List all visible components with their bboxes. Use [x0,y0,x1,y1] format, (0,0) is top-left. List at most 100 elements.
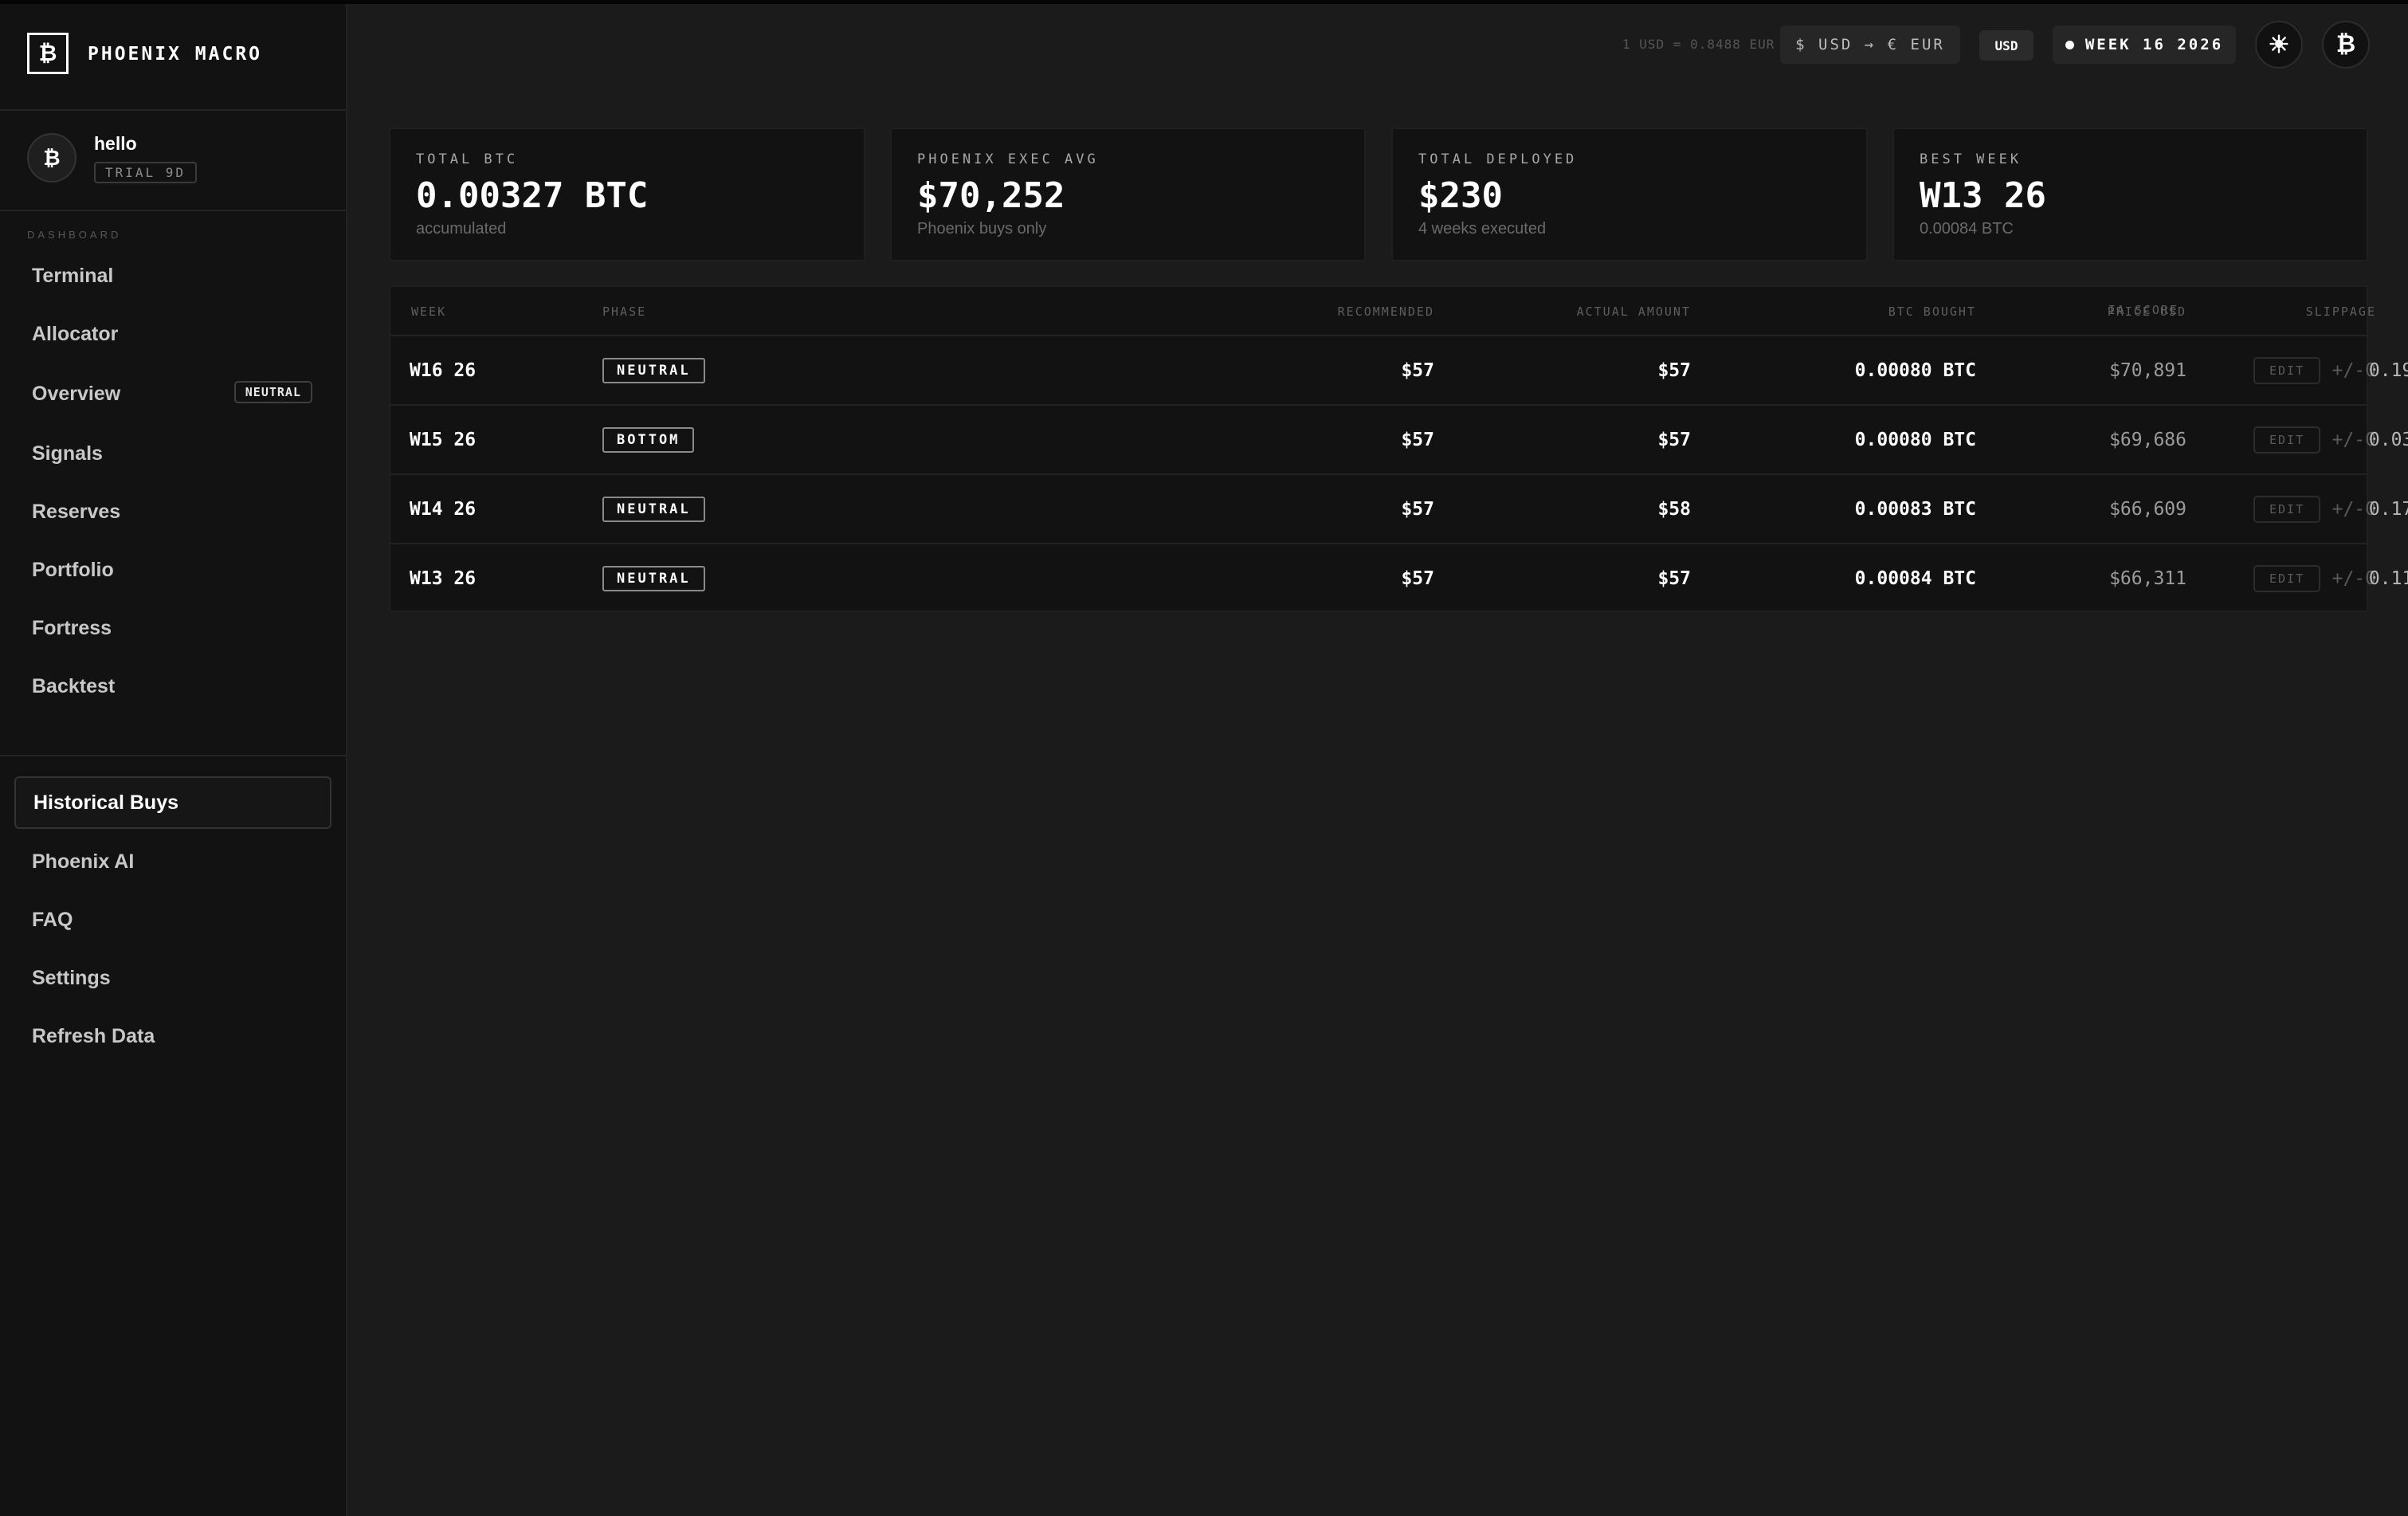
nav-section-label: DASHBOARD [27,229,122,241]
sidebar-item-terminal[interactable]: Terminal [14,249,331,302]
cell-btc-bought: 0.00080 BTC [1854,430,1976,450]
sidebar-item-label: Overview [32,382,121,405]
currency-toggle[interactable]: USD [1979,30,2033,61]
week-label: WEEK 16 2026 [2084,36,2224,53]
sidebar-item-phoenix-ai[interactable]: Phoenix AI [14,835,331,888]
table-row[interactable]: W16 26 NEUTRAL $57 $57 0.00080 BTC $70,8… [390,335,2408,405]
stat-card-total-btc: TOTAL BTC 0.00327 BTC accumulated [389,128,865,261]
sidebar-item-label: Historical Buys [33,791,179,814]
sidebar-divider [0,755,346,756]
cell-recommended: $57 [1401,430,1434,450]
cell-phase: NEUTRAL [602,544,705,613]
sidebar-item-settings[interactable]: Settings [14,952,331,1004]
cell-week: W15 26 [410,430,477,450]
cell-btc-bought: 0.00083 BTC [1854,499,1976,520]
cell-price-usd: $69,686 [2109,430,2186,450]
sidebar-item-signals[interactable]: Signals [14,427,331,480]
avatar[interactable]: ₿ [27,133,76,183]
sidebar-item-label: Allocator [32,322,119,345]
table-row[interactable]: W14 26 NEUTRAL $57 $58 0.00083 BTC $66,6… [390,473,2408,544]
stat-label: BEST WEEK [1920,151,2022,167]
username: hello [94,133,137,154]
table-row[interactable]: W13 26 NEUTRAL $57 $57 0.00084 BTC $66,3… [390,543,2408,613]
sidebar-item-label: FAQ [32,908,73,931]
cell-actual-amount: $58 [1657,499,1691,520]
brand-name[interactable]: PHOENIX MACRO [88,44,262,65]
column-header-actual-amount: ACTUAL AMOUNT [1576,304,1691,319]
theme-toggle-sun-icon[interactable]: ☀ [2255,21,2303,69]
user-panel: ₿ hello TRIAL 9D [0,111,346,211]
column-header-recommended: RECOMMENDED [1337,304,1434,319]
bitcoin-icon[interactable]: ₿ [2322,21,2370,69]
stat-sub: 4 weeks executed [1418,220,1547,238]
cell-price-usd: $66,609 [2109,499,2186,520]
edit-button[interactable]: EDIT [2253,496,2321,523]
cell-price-usd: $70,891 [2109,360,2186,381]
cell-btc-bought: 0.00084 BTC [1854,568,1976,589]
stat-sub: Phoenix buys only [917,220,1047,238]
column-header-ia-score: IA SCORE [2108,303,2179,317]
sidebar-item-faq[interactable]: FAQ [14,893,331,946]
cell-actual-amount: $57 [1657,360,1691,381]
stat-card-exec-avg: PHOENIX EXEC AVG $70,252 Phoenix buys on… [890,128,1366,261]
phase-badge: NEUTRAL [602,566,705,591]
cell-week: W16 26 [410,360,477,381]
edit-button[interactable]: EDIT [2253,357,2321,384]
stat-value: W13 26 [1920,175,2046,216]
cell-phase: NEUTRAL [602,475,705,544]
stat-label: PHOENIX EXEC AVG [917,151,1099,167]
sidebar-item-label: Phoenix AI [32,850,135,873]
sidebar-item-historical-buys[interactable]: Historical Buys [14,776,331,829]
stat-label: TOTAL DEPLOYED [1418,151,1578,167]
cell-phase: NEUTRAL [602,336,705,405]
sidebar-item-refresh-data[interactable]: Refresh Data [14,1010,331,1062]
phase-badge: BOTTOM [602,427,695,453]
column-header-btc-bought: BTC BOUGHT [1888,304,1976,319]
sidebar-item-label: Fortress [32,616,112,639]
stat-sub: 0.00084 BTC [1920,220,2014,238]
bitcoin-logo-icon[interactable]: ₿ [27,33,69,74]
sidebar-item-backtest[interactable]: Backtest [14,660,331,713]
sidebar-item-portfolio[interactable]: Portfolio [14,544,331,596]
sidebar-item-label: Portfolio [32,558,114,581]
cell-recommended: $57 [1401,360,1434,381]
stat-sub: accumulated [416,220,507,238]
phase-badge: NEUTRAL [602,497,705,522]
trial-badge: TRIAL 9D [94,162,198,183]
sidebar-item-reserves[interactable]: Reserves [14,485,331,538]
cell-phase: BOTTOM [602,406,695,474]
sidebar: ₿ PHOENIX MACRO ₿ hello TRIAL 9D DASHBOA… [0,4,347,1516]
table-row[interactable]: W15 26 BOTTOM $57 $57 0.00080 BTC $69,68… [390,404,2408,474]
status-badge: NEUTRAL [233,381,312,403]
column-header-week: WEEK [411,304,447,319]
cell-recommended: $57 [1401,499,1434,520]
exchange-rate: 1 USD = 0.8488 EUR [1622,37,1775,52]
sidebar-item-overview[interactable]: Overview NEUTRAL [14,367,331,420]
sidebar-item-label: Backtest [32,674,116,697]
cell-recommended: $57 [1401,568,1434,589]
brand-header: ₿ PHOENIX MACRO [0,4,346,111]
stat-card-total-deployed: TOTAL DEPLOYED $230 4 weeks executed [1391,128,1868,261]
column-header-phase: PHASE [602,304,647,319]
week-indicator[interactable]: WEEK 16 2026 [2053,26,2236,64]
sidebar-item-label: Refresh Data [32,1024,155,1047]
cell-btc-bought: 0.00080 BTC [1854,360,1976,381]
phase-badge: NEUTRAL [602,358,705,383]
stat-value: 0.00327 BTC [416,175,649,216]
edit-button[interactable]: EDIT [2253,426,2321,454]
sidebar-item-allocator[interactable]: Allocator [14,308,331,360]
cell-week: W13 26 [410,568,477,589]
cell-week: W14 26 [410,499,477,520]
sidebar-item-label: Signals [32,442,103,465]
stat-value: $230 [1418,175,1503,216]
cell-price-usd: $66,311 [2109,568,2186,589]
currency-convert-button[interactable]: $ USD → € EUR [1780,26,1960,64]
stat-value: $70,252 [917,175,1065,216]
sidebar-item-label: Settings [32,966,111,989]
column-header-slippage: SLIPPAGE [2305,304,2376,319]
sidebar-item-fortress[interactable]: Fortress [14,602,331,654]
cell-actual-amount: $57 [1657,568,1691,589]
cell-actual-amount: $57 [1657,430,1691,450]
edit-button[interactable]: EDIT [2253,565,2321,592]
sidebar-item-label: Terminal [32,264,114,287]
